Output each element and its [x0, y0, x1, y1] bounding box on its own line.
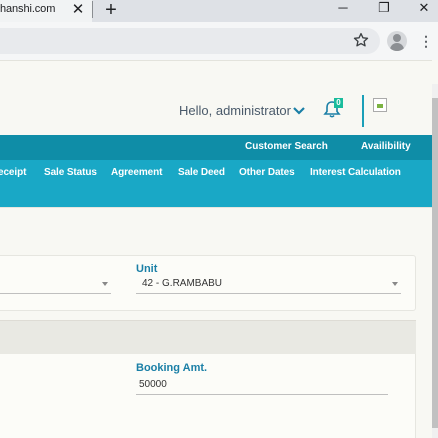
unit-select-value: 42 - G.RAMBABU: [142, 278, 223, 289]
booking-amount-input[interactable]: 50000: [136, 377, 388, 395]
tab-separator: [92, 1, 93, 18]
chevron-down-icon[interactable]: [292, 105, 306, 117]
header-divider: [362, 95, 364, 127]
browser-menu-icon[interactable]: ⋮: [419, 33, 433, 49]
booking-amount-value: 50000: [139, 379, 167, 390]
address-bar[interactable]: [0, 28, 380, 54]
tab-title: hanshi.com: [0, 3, 56, 15]
browser-tab[interactable]: hanshi.com ✕: [0, 0, 92, 22]
bookmark-star-icon[interactable]: [352, 31, 370, 49]
booking-amount-label: Booking Amt.: [136, 362, 208, 374]
profile-avatar-icon[interactable]: [387, 31, 407, 51]
page-scrollbar-thumb[interactable]: [432, 98, 438, 428]
nav-sale-status[interactable]: Sale Status: [44, 167, 97, 178]
booking-panel: Booking Amt. 50000: [0, 354, 416, 438]
top-navbar: Customer Search Availibility: [0, 135, 432, 160]
nav-agreement[interactable]: Agreement: [111, 167, 162, 178]
left-select[interactable]: [0, 276, 111, 294]
left-select-caret-icon: [102, 282, 108, 286]
unit-label: Unit: [136, 263, 158, 275]
nav-availability[interactable]: Availibility: [361, 141, 411, 152]
main-navbar: eceipt Sale Status Agreement Sale Deed O…: [0, 160, 432, 207]
nav-sale-deed[interactable]: Sale Deed: [178, 167, 225, 178]
browser-toolbar: ⋮: [0, 22, 438, 60]
tab-close-icon[interactable]: ✕: [71, 0, 85, 20]
nav-receipt[interactable]: eceipt: [0, 167, 26, 178]
notification-badge: 0: [334, 98, 343, 108]
user-greeting[interactable]: Hello, administrator: [179, 103, 291, 118]
nav-interest-calculation[interactable]: Interest Calculation: [310, 167, 401, 178]
section-header-bar: [0, 320, 416, 354]
user-image-icon[interactable]: [373, 98, 387, 112]
restore-button[interactable]: ❐: [371, 0, 397, 18]
form-panel: Unit 42 - G.RAMBABU: [0, 255, 416, 311]
new-tab-button[interactable]: +: [100, 0, 122, 21]
nav-other-dates[interactable]: Other Dates: [239, 167, 295, 178]
unit-select-caret-icon: [392, 282, 398, 286]
window-close-button[interactable]: ✕: [411, 0, 437, 18]
app-header: i Hello, administrator 0: [0, 60, 432, 136]
minimize-button[interactable]: ─: [330, 0, 356, 18]
unit-select[interactable]: 42 - G.RAMBABU: [136, 276, 401, 294]
nav-customer-search[interactable]: Customer Search: [245, 141, 328, 152]
browser-tabstrip: hanshi.com ✕ + ─ ❐ ✕: [0, 0, 438, 22]
